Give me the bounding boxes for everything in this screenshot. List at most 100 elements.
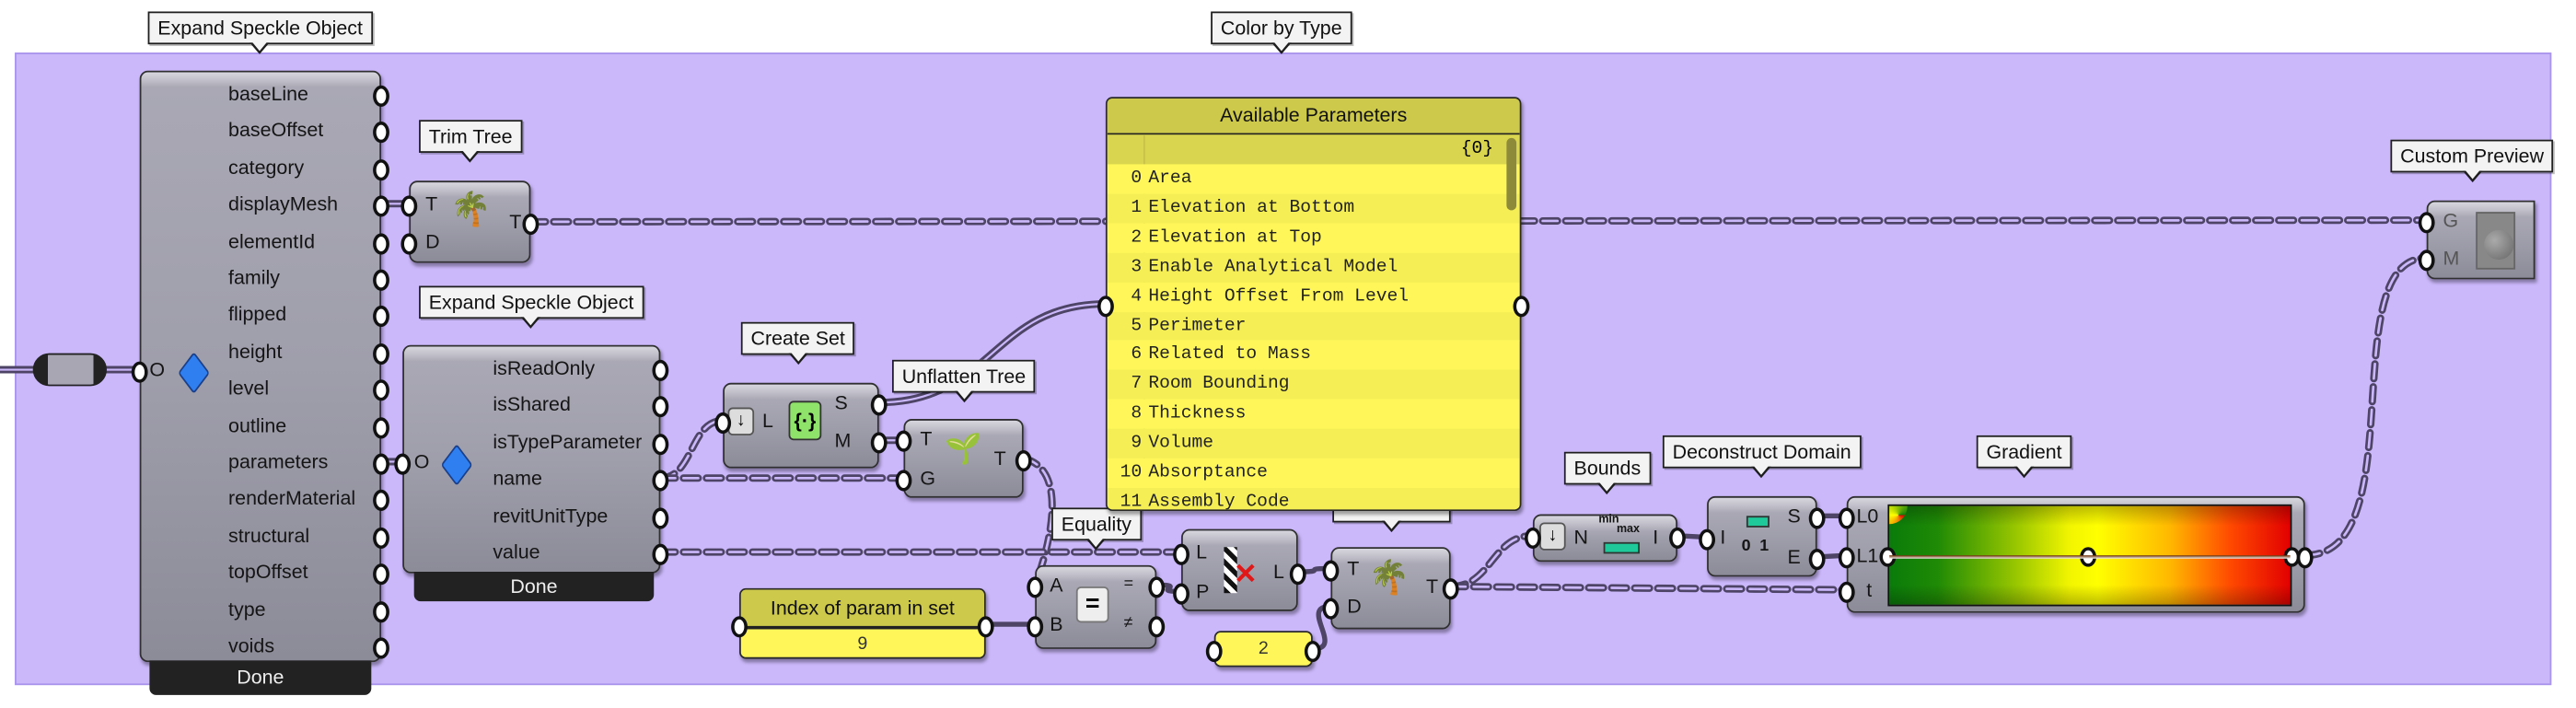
equality-output-equal: = [1123, 575, 1134, 594]
parameter-list-item[interactable]: 5 Perimeter [1107, 311, 1520, 342]
output-port-baseLine[interactable] [373, 85, 389, 107]
port[interactable] [895, 430, 912, 452]
parameter-name: Related to Mass [1148, 345, 1312, 366]
gradient-input-t: t [1866, 578, 1873, 602]
port[interactable] [1838, 547, 1855, 569]
output-port-revitUnitType[interactable] [652, 506, 669, 528]
port[interactable] [400, 195, 418, 217]
parameter-list-item[interactable]: 11 Assembly Code [1107, 487, 1520, 511]
expand2-status-done: Done [413, 572, 655, 602]
parameter-index: 11 [1120, 493, 1143, 511]
port[interactable] [977, 616, 994, 638]
port[interactable] [1015, 449, 1032, 472]
grasshopper-canvas[interactable]: Expand Speckle Object Color by Type Trim… [0, 0, 2576, 708]
output-name: name [493, 467, 542, 491]
output-port-value[interactable] [652, 543, 669, 565]
output-outline: outline [228, 412, 287, 436]
output-port-elementId[interactable] [373, 232, 389, 254]
output-port-category[interactable] [373, 158, 389, 180]
output-port-outline[interactable] [373, 416, 389, 438]
port[interactable] [2296, 547, 2314, 569]
expand2-input-port[interactable] [394, 453, 412, 475]
parameter-list-item[interactable]: 10 Absorptance [1107, 458, 1520, 488]
port[interactable] [1148, 616, 1166, 638]
output-port-isReadOnly[interactable] [652, 359, 669, 382]
port[interactable] [1205, 640, 1223, 663]
index-of-param-panel[interactable]: Index of param in set 9 [739, 587, 986, 659]
parameter-list-item[interactable]: 8 Thickness [1107, 399, 1520, 430]
equality-input-b: B [1050, 612, 1063, 636]
port[interactable] [1838, 507, 1855, 529]
parameter-index: 9 [1131, 434, 1143, 454]
gradient-preview[interactable] [1887, 504, 2292, 607]
output-port-family[interactable] [373, 269, 389, 291]
output-port-voids[interactable] [373, 637, 389, 659]
output-port-isTypeParameter[interactable] [652, 433, 669, 455]
port[interactable] [1304, 640, 1321, 663]
port[interactable] [1699, 528, 1716, 551]
port[interactable] [2418, 212, 2435, 234]
expand-input-label: O [149, 358, 166, 382]
port[interactable] [731, 616, 748, 638]
output-displayMesh: displayMesh [228, 192, 339, 216]
port[interactable] [1669, 527, 1686, 550]
port[interactable] [1148, 576, 1166, 598]
index-panel-value[interactable]: 9 [741, 629, 984, 656]
parameter-list-item[interactable]: 7 Room Bounding [1107, 370, 1520, 400]
bounds-input-n: N [1573, 526, 1589, 550]
panel-scrollbar[interactable] [1506, 137, 1517, 211]
gradient-preset-icon[interactable] [1889, 505, 1908, 525]
port[interactable] [1173, 543, 1189, 565]
parameter-list-item[interactable]: 2 Elevation at Top [1107, 223, 1520, 253]
parameter-list-item[interactable]: 0 Area [1107, 164, 1520, 194]
tooltip-equality: Equality [1051, 507, 1142, 551]
port[interactable] [1838, 581, 1855, 603]
port[interactable] [895, 470, 912, 492]
unflatten-input-g: G [920, 466, 935, 490]
port[interactable] [522, 213, 540, 236]
create-set-output-s: S [834, 390, 848, 414]
create-set-input-l: L [762, 409, 773, 433]
parameter-name: Room Bounding [1148, 375, 1290, 395]
parameter-list-item[interactable]: 1 Elevation at Bottom [1107, 193, 1520, 224]
flatten-arrow-icon[interactable]: ↓ [727, 407, 755, 435]
port[interactable] [1173, 583, 1189, 605]
output-port-type[interactable] [373, 600, 389, 622]
output-level: level [228, 376, 270, 400]
parameter-list-item[interactable]: 6 Related to Mass [1107, 341, 1520, 371]
custom-preview-input-m: M [2443, 246, 2460, 270]
port[interactable] [870, 394, 888, 416]
output-port-structural[interactable] [373, 527, 389, 549]
port[interactable] [1322, 598, 1340, 620]
depth-value[interactable]: 2 [1216, 633, 1312, 666]
expand-input-port[interactable] [131, 361, 148, 383]
port[interactable] [1525, 527, 1541, 550]
port[interactable] [870, 432, 888, 454]
port[interactable] [714, 412, 732, 435]
available-parameters-panel[interactable]: Available Parameters {0} 0 Area 1 Elevation… [1105, 97, 1522, 511]
port[interactable] [2418, 250, 2435, 272]
port[interactable] [400, 233, 418, 255]
port[interactable] [1513, 296, 1530, 318]
tooltip-bounds: Bounds [1563, 451, 1651, 495]
port[interactable] [1322, 560, 1340, 582]
port[interactable] [1027, 616, 1044, 638]
depth-value-panel[interactable]: 2 [1213, 631, 1313, 667]
port[interactable] [1808, 507, 1826, 529]
parameter-name: Volume [1148, 434, 1214, 454]
port[interactable] [1097, 296, 1114, 318]
port[interactable] [1808, 549, 1826, 571]
output-port-height[interactable] [373, 342, 389, 365]
port[interactable] [1442, 578, 1459, 600]
output-port-parameters[interactable] [373, 453, 389, 475]
cull-x-icon: ✕ [1234, 558, 1258, 590]
parameter-list-item[interactable]: 4 Height Offset From Level [1107, 282, 1520, 312]
parameter-list-item[interactable]: 3 Enable Analytical Model [1107, 252, 1520, 283]
speckle-param-pill[interactable] [32, 353, 107, 387]
port[interactable] [1289, 563, 1306, 586]
domain-icon-end: 1 [1759, 537, 1770, 556]
port[interactable] [1027, 576, 1044, 598]
flatten-arrow-icon[interactable]: ↓ [1539, 522, 1566, 551]
tooltip-gradient: Gradient [1976, 435, 2072, 479]
parameter-list-item[interactable]: 9 Volume [1107, 428, 1520, 459]
